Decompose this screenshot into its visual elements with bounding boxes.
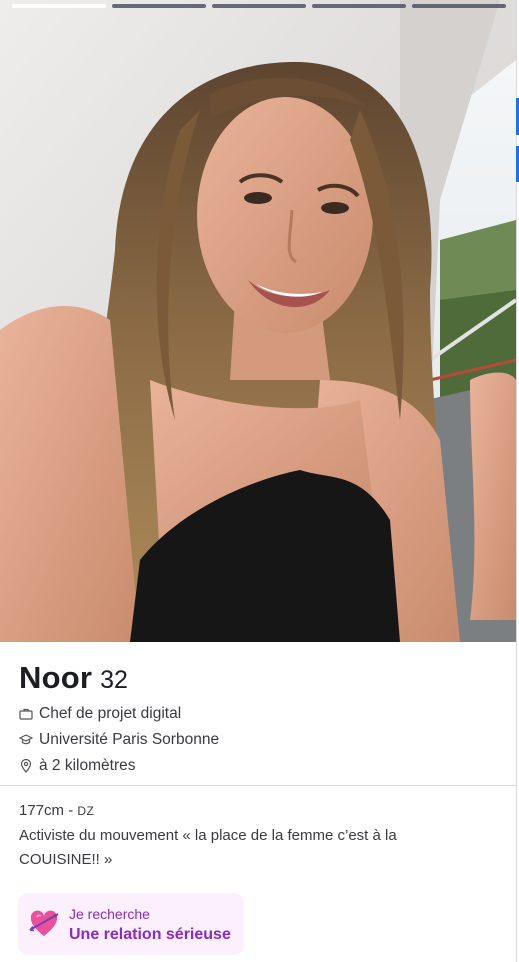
- height-text: 177cm: [19, 802, 65, 819]
- heart-arrow-icon: [29, 910, 59, 936]
- progress-segment-4[interactable]: [312, 4, 406, 8]
- school-line: Université Paris Sorbonne: [19, 731, 219, 749]
- school-text: Université Paris Sorbonne: [39, 731, 220, 748]
- location-pin-icon: [20, 759, 32, 773]
- profile-bio: Activiste du mouvement « la place de la …: [19, 827, 397, 868]
- briefcase-icon: [19, 708, 33, 720]
- profile-name: Noor: [19, 660, 93, 695]
- distance-line: à 2 kilomètres: [19, 757, 135, 775]
- height-country-line: 177cm - DZ: [19, 802, 94, 819]
- height-separator: -: [64, 802, 78, 819]
- relationship-goal-card: Je recherche Une relation sérieuse: [18, 893, 244, 955]
- profile-age: 32: [100, 666, 128, 694]
- photo-progress-bar: [12, 4, 506, 8]
- goal-value: Une relation sérieuse: [69, 926, 231, 943]
- goal-label: Je recherche: [69, 906, 150, 922]
- graduation-cap-icon: [19, 734, 33, 745]
- progress-segment-1[interactable]: [12, 4, 106, 8]
- progress-segment-2[interactable]: [112, 4, 206, 8]
- country-code: DZ: [77, 804, 95, 818]
- job-text: Chef de projet digital: [39, 705, 182, 722]
- profile-card[interactable]: Noor 32 Chef de projet digital Universit…: [0, 0, 517, 962]
- distance-text: à 2 kilomètres: [39, 757, 136, 774]
- profile-photo-illustration: [0, 0, 516, 642]
- progress-segment-5[interactable]: [412, 4, 506, 8]
- section-divider: [0, 785, 516, 786]
- job-line: Chef de projet digital: [19, 705, 181, 723]
- profile-photo[interactable]: [0, 0, 516, 642]
- name-row: Noor 32: [19, 660, 128, 696]
- progress-segment-3[interactable]: [212, 4, 306, 8]
